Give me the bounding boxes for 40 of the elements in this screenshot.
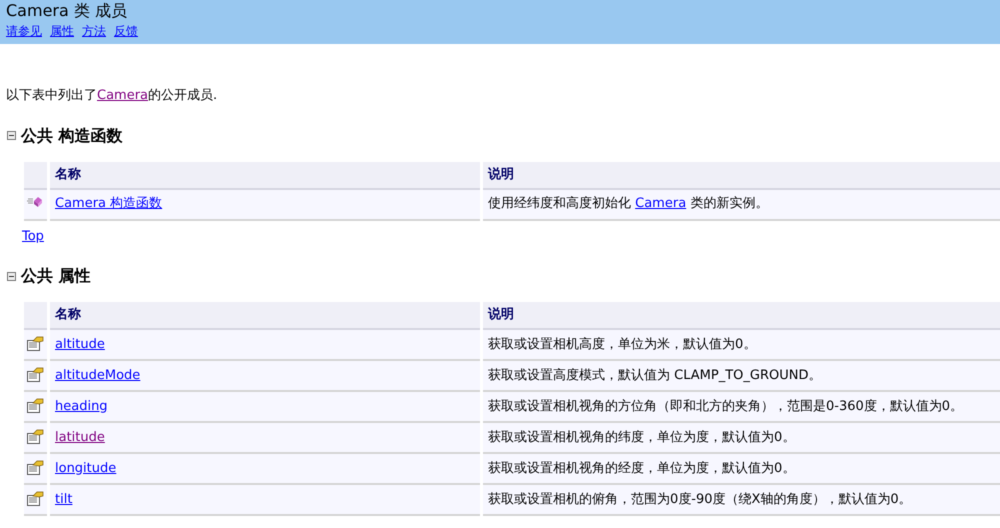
nav-link[interactable]: 请参见 bbox=[6, 22, 42, 40]
section-title: 公共 属性 bbox=[21, 265, 91, 287]
member-link[interactable]: heading bbox=[55, 396, 108, 416]
collapse-toggle[interactable] bbox=[7, 131, 16, 140]
description-text: 获取或设置相机视角的纬度，单位为度，默认值为0。 bbox=[488, 428, 796, 447]
intro-text: 以下表中列出了 bbox=[6, 87, 97, 105]
member-link[interactable]: tilt bbox=[55, 490, 72, 510]
description-text: 获取或设置相机的俯角，范围为0度-90度（绕X轴的角度），默认值为0。 bbox=[488, 490, 912, 509]
column-header: 说明 bbox=[483, 302, 1000, 330]
nav-link[interactable]: 方法 bbox=[82, 22, 106, 40]
member-link[interactable]: latitude bbox=[55, 428, 105, 448]
collapse-toggle[interactable] bbox=[7, 272, 16, 280]
member-link[interactable]: Camera 构造函数 bbox=[55, 194, 162, 214]
nav-link[interactable]: 反馈 bbox=[114, 22, 138, 40]
description-text: 获取或设置相机高度，单位为米，默认值为0。 bbox=[488, 336, 756, 354]
column-header: 名称 bbox=[50, 302, 480, 330]
property-card-icon bbox=[27, 429, 44, 444]
class-link[interactable]: Camera bbox=[635, 194, 686, 214]
description-text: 获取或设置高度模式，默认值为 CLAMP_TO_GROUND。 bbox=[488, 366, 822, 385]
property-card-icon bbox=[27, 398, 44, 413]
top-link[interactable]: Top bbox=[22, 228, 44, 244]
intro-text: 的公开成员. bbox=[148, 87, 218, 105]
method-icon bbox=[27, 196, 43, 208]
section-title: 公共 构造函数 bbox=[21, 124, 123, 146]
property-card-icon bbox=[27, 460, 44, 475]
property-card-icon bbox=[27, 336, 44, 351]
property-card-icon bbox=[27, 491, 44, 506]
column-header: 名称 bbox=[50, 162, 480, 190]
nav-link[interactable]: 属性 bbox=[50, 22, 74, 40]
class-link[interactable]: Camera bbox=[97, 86, 148, 106]
description-text: 获取或设置相机视角的方位角（即和北方的夹角），范围是0-360度，默认值为0。 bbox=[488, 398, 964, 416]
property-card-icon bbox=[27, 367, 44, 382]
description-text: 类的新实例。 bbox=[689, 195, 768, 214]
column-header: 说明 bbox=[483, 162, 1000, 190]
description-text: 获取或设置相机视角的经度，单位为度，默认值为0。 bbox=[488, 460, 796, 478]
member-link[interactable]: longitude bbox=[55, 458, 116, 478]
member-link[interactable]: altitude bbox=[55, 334, 105, 354]
description-text: 使用经纬度和高度初始化 bbox=[488, 195, 632, 214]
member-link[interactable]: altitudeMode bbox=[55, 366, 140, 386]
page-title: Camera 类 成员 bbox=[6, 1, 128, 21]
